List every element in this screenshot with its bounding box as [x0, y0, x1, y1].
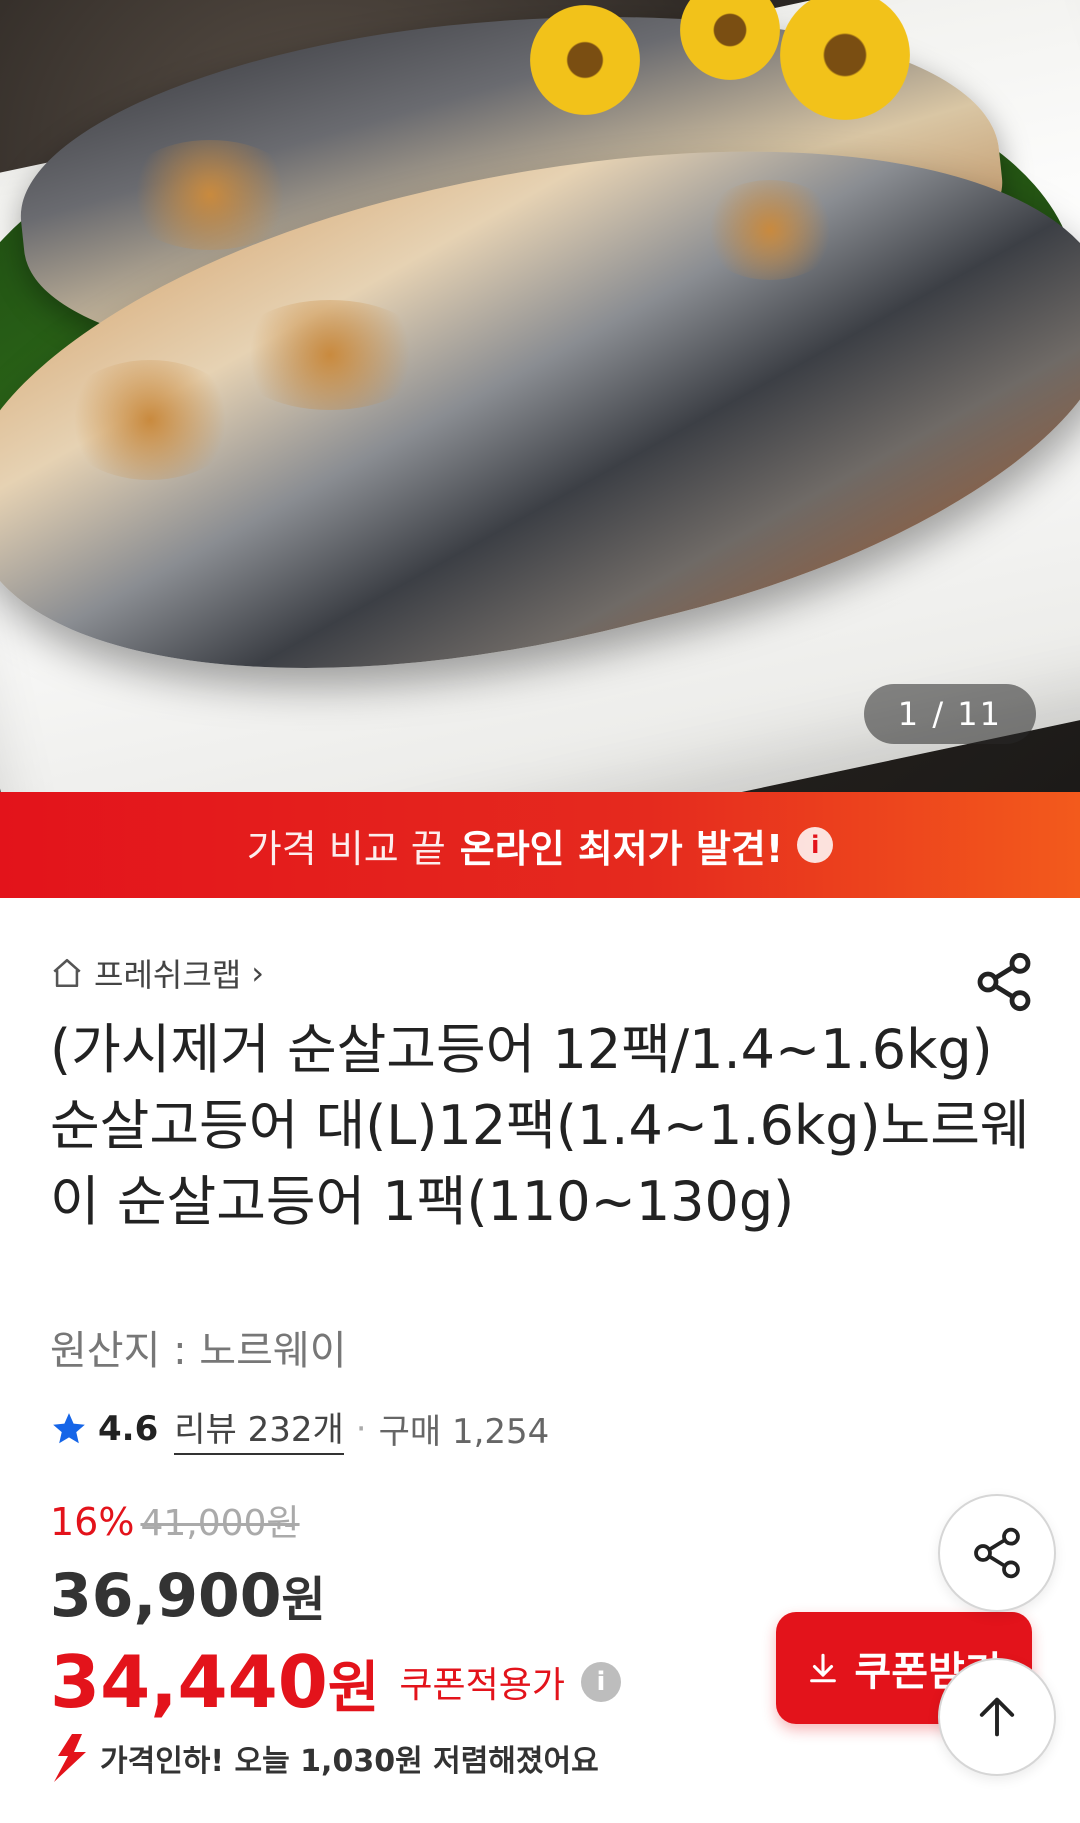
sale-price-number: 36,900: [50, 1561, 282, 1631]
sale-price-unit: 원: [281, 1572, 326, 1628]
sear-mark: [60, 360, 240, 480]
info-icon[interactable]: i: [797, 827, 834, 863]
coupon-price-unit: 원: [327, 1656, 380, 1721]
store-name: 프레쉬크랩: [94, 956, 242, 994]
discount-row: 16% 41,000원: [50, 1494, 300, 1546]
download-icon: [810, 1653, 837, 1683]
banner-highlight: 온라인 최저가 발견!: [459, 826, 784, 871]
sear-mark: [120, 140, 300, 250]
star-icon: [53, 1412, 85, 1443]
store-link[interactable]: 프레쉬크랩 ›: [50, 950, 264, 996]
share-icon: [974, 1527, 1020, 1579]
price-drop-text: 가격인하! 오늘 1,030원 저렴해졌어요: [100, 1744, 599, 1779]
info-icon[interactable]: i: [580, 1662, 621, 1702]
separator-dot: ·: [355, 1408, 367, 1449]
product-origin: 원산지 : 노르웨이: [50, 1328, 347, 1374]
arrow-up-icon: [979, 1697, 1015, 1737]
home-icon: [53, 958, 81, 988]
review-count-link[interactable]: 리뷰 232개: [174, 1402, 344, 1455]
image-counter: 1 / 11: [863, 684, 1036, 744]
sear-mark: [700, 180, 840, 280]
discount-rate: 16%: [50, 1500, 135, 1544]
rating-row: 4.6 리뷰 232개 · 구매 1,254: [50, 1402, 549, 1455]
sear-mark: [230, 300, 430, 410]
floating-share-button[interactable]: [938, 1494, 1056, 1612]
lowest-price-banner[interactable]: 가격 비교 끝 온라인 최저가 발견! i: [0, 792, 1080, 898]
sale-price: 36,900원: [50, 1560, 326, 1631]
share-icon[interactable]: [972, 950, 1036, 1014]
coupon-price-label: 쿠폰적용가: [399, 1665, 565, 1706]
price-drop-notice: 가격인하! 오늘 1,030원 저렴해졌어요: [50, 1734, 599, 1782]
coupon-price-row: 34,440원 쿠폰적용가 i: [50, 1640, 621, 1724]
chevron-right-icon: ›: [251, 954, 264, 992]
coupon-price-number: 34,440: [50, 1640, 328, 1724]
purchase-count: 구매 1,254: [378, 1412, 550, 1452]
scroll-to-top-button[interactable]: [938, 1658, 1056, 1776]
rating-score: 4.6: [98, 1408, 159, 1449]
price-down-arrow-icon: [54, 1734, 86, 1782]
product-image[interactable]: 1 / 11: [0, 0, 1080, 792]
coupon-price: 34,440원: [50, 1640, 379, 1724]
flower: [530, 5, 640, 115]
banner-text: 가격 비교 끝: [246, 826, 446, 871]
product-title: (가시제거 순살고등어 12팩/1.4~1.6kg)순살고등어 대(L)12팩(…: [50, 1018, 1030, 1233]
original-price: 41,000원: [140, 1503, 300, 1544]
